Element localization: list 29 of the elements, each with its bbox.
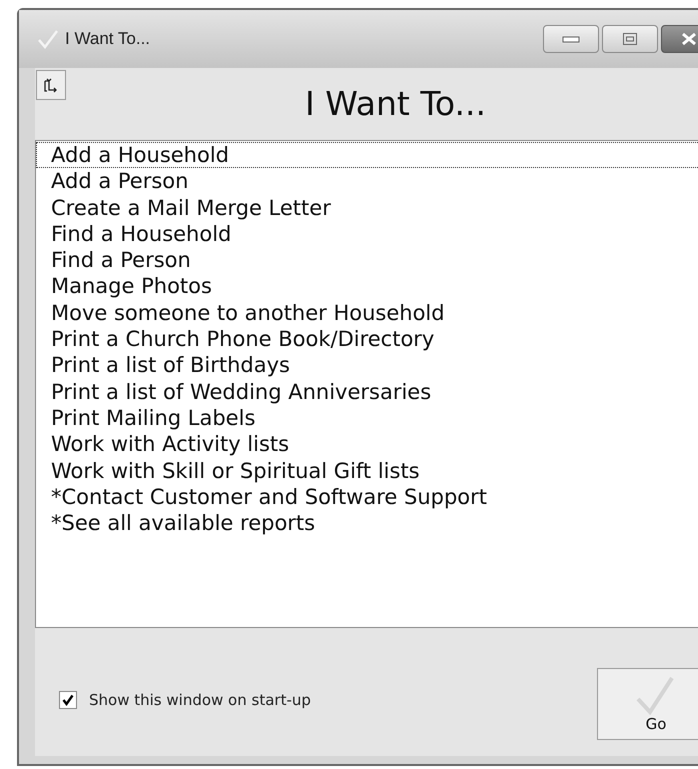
maximize-button[interactable] <box>602 25 658 53</box>
list-item[interactable]: Add a Person <box>36 168 698 195</box>
go-button[interactable]: Go <box>597 668 698 740</box>
list-item[interactable]: *Contact Customer and Software Support <box>36 484 698 510</box>
dock-button[interactable] <box>36 70 66 100</box>
list-item[interactable]: Manage Photos <box>36 273 698 300</box>
check-icon <box>62 694 74 706</box>
maximize-icon <box>622 32 638 46</box>
list-item[interactable]: Work with Skill or Spiritual Gift lists <box>36 458 698 484</box>
close-icon <box>680 32 698 46</box>
list-item[interactable]: Find a Person <box>36 247 698 274</box>
dock-arrow-icon <box>43 77 59 93</box>
list-item[interactable]: Print a list of Wedding Anniversaries <box>36 378 698 405</box>
list-item[interactable]: *See all available reports <box>36 510 698 536</box>
list-item[interactable]: Move someone to another Household <box>36 300 698 326</box>
list-item[interactable]: Find a Household <box>36 220 698 248</box>
list-item[interactable]: Work with Activity lists <box>36 431 698 458</box>
startup-checkbox[interactable]: Show this window on start-up <box>59 691 311 709</box>
list-item[interactable]: Print Mailing Labels <box>36 404 698 432</box>
list-item[interactable]: Print a Church Phone Book/Directory <box>36 326 698 352</box>
list-item[interactable]: Add a Household <box>36 142 698 168</box>
heading: I Want To... <box>304 84 487 123</box>
window-title: I Want To... <box>65 29 152 49</box>
minimize-button[interactable] <box>543 25 599 53</box>
list-item[interactable]: Create a Mail Merge Letter <box>36 194 698 221</box>
checkmark-icon <box>37 29 59 49</box>
checkbox[interactable] <box>59 691 77 709</box>
minimize-icon <box>562 35 580 43</box>
list-item[interactable]: Print a list of Birthdays <box>36 352 698 379</box>
